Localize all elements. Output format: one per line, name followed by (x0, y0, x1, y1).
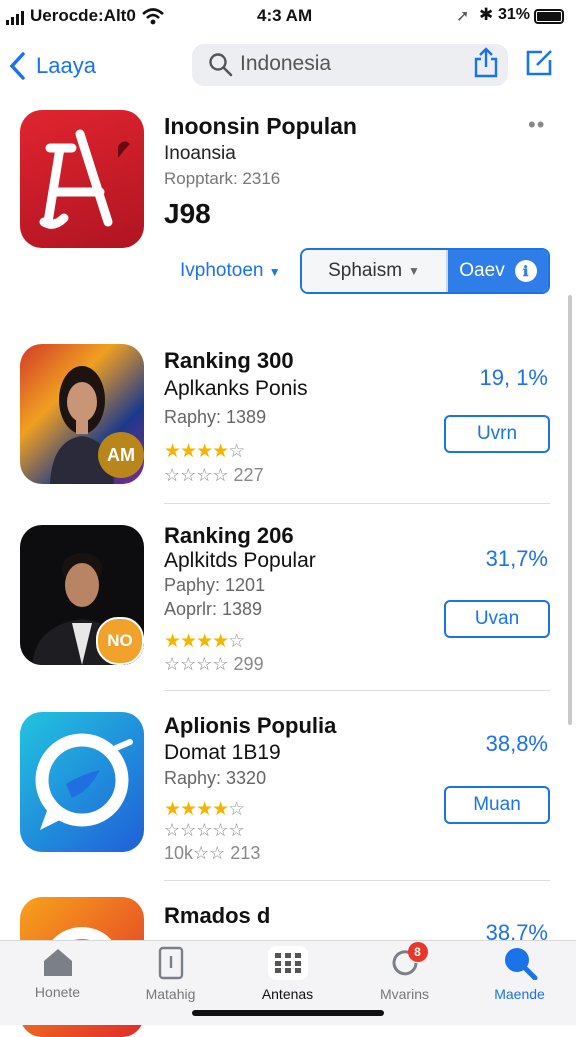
featured-reviews: Ropptark: 2316 (164, 169, 281, 188)
tab-matching[interactable]: Matahig (113, 946, 228, 1016)
app-subtitle: Domat 1B19 (164, 741, 281, 764)
get-button[interactable]: Uvrn (444, 415, 550, 453)
search-icon (504, 948, 537, 980)
compose-icon[interactable] (524, 48, 556, 78)
app-subtitle: Aplkitds Popular (164, 549, 316, 572)
star-rating: ★★★★☆ (164, 799, 245, 820)
app-downloads: Aoprlr: 1389 (164, 599, 263, 619)
signal-icon (6, 11, 24, 25)
back-button[interactable]: Laaya (8, 46, 96, 86)
carrier-label: Uerocde:Alt0 (30, 6, 136, 25)
featured-number: J98 (164, 198, 211, 229)
tab-home[interactable]: Honete (0, 946, 115, 1016)
rating-count: 10k☆☆ 213 (164, 843, 261, 863)
app-reviews: Raphy: 1389 (164, 407, 267, 427)
star-rating: ★★★★☆ (164, 441, 245, 462)
star-rating: ★★★★☆ (164, 631, 245, 652)
app-icon-ranking-206[interactable]: NO (20, 525, 144, 665)
divider (164, 503, 550, 504)
home-indicator[interactable] (192, 1010, 384, 1016)
caret-down-icon: ▼ (268, 265, 281, 279)
app-subtitle: Aplkanks Ponis (164, 377, 308, 400)
featured-subtitle: Inoansia (164, 143, 236, 164)
wifi-icon (142, 8, 164, 25)
info-icon: ℹ (514, 260, 537, 282)
rating-count: ☆☆☆☆ 299 (164, 654, 264, 674)
featured-app-icon[interactable] (20, 110, 144, 248)
segmented-control: Sphaism ▼ Oaev ℹ (300, 248, 550, 294)
status-bar: Uerocde:Alt0 4:3 AM ➚ ✱ 31% (0, 0, 576, 36)
tab-label: Maende (494, 986, 545, 1002)
app-title: Ranking 300 (164, 348, 294, 373)
notification-badge: 8 (407, 942, 428, 962)
bluetooth-icon: ✱ (479, 5, 494, 24)
get-button[interactable]: Muan (444, 786, 550, 824)
phone-icon (158, 946, 183, 980)
divider (164, 880, 550, 881)
filter-dropdown[interactable]: Ivphotoen ▼ (180, 260, 281, 282)
location-icon: ➚ (456, 8, 470, 25)
tab-label: Honete (34, 984, 81, 1000)
rating-stars-empty: ☆☆☆☆☆ (164, 820, 245, 840)
app-title: Rmados d (164, 903, 271, 928)
segment-left[interactable]: Sphaism ▼ (302, 250, 448, 292)
app-icon-aplionis[interactable] (20, 712, 144, 852)
app-badge: AM (98, 432, 144, 478)
get-button[interactable]: Uvan (444, 600, 550, 638)
rating-count: ☆☆☆☆ 227 (164, 465, 264, 485)
app-title: Aplionis Populia (164, 713, 337, 738)
more-options-icon[interactable]: •• (528, 112, 545, 138)
app-icon-ranking-300[interactable]: AM (20, 344, 144, 484)
search-text: Indonesia (240, 52, 332, 75)
scrollbar[interactable] (568, 295, 572, 725)
share-icon[interactable] (472, 47, 500, 79)
app-reviews: Raphy: 3320 (164, 768, 267, 788)
segment-right-label: Oaev (459, 260, 505, 281)
tab-search[interactable]: Maende (462, 946, 576, 1016)
battery-percent: 31% (498, 6, 531, 23)
battery-icon (534, 9, 564, 24)
tab-updates[interactable]: 8 Mvarins (347, 942, 462, 1016)
app-percent: 19, 1% (479, 365, 549, 390)
filter-label: Ivphotoen (180, 260, 264, 281)
back-label: Laaya (36, 53, 96, 78)
divider (164, 690, 550, 691)
caret-down-icon: ▼ (408, 264, 420, 278)
segment-left-label: Sphaism (328, 260, 403, 281)
tab-label: Mvarins (379, 986, 429, 1002)
app-title: Ranking 206 (164, 523, 294, 548)
tab-apps[interactable]: Antenas (230, 946, 345, 1016)
app-percent: 31,7% (485, 546, 548, 571)
app-percent: 38,8% (485, 731, 548, 756)
chevron-left-icon (9, 52, 25, 80)
chat-bubble-logo (35, 733, 133, 830)
search-icon (209, 53, 233, 77)
app-reviews: Paphy: 1201 (164, 575, 266, 595)
clock: 4:3 AM (257, 6, 313, 25)
apps-grid-icon (267, 946, 308, 980)
segment-right[interactable]: Oaev ℹ (448, 250, 548, 292)
featured-title: Inoonsin Populan (164, 113, 357, 139)
letter-a-logo (39, 129, 130, 229)
tab-label: Antenas (261, 986, 314, 1002)
house-icon (43, 949, 72, 976)
tab-label: Matahig (145, 986, 196, 1002)
app-badge: NO (96, 617, 144, 665)
